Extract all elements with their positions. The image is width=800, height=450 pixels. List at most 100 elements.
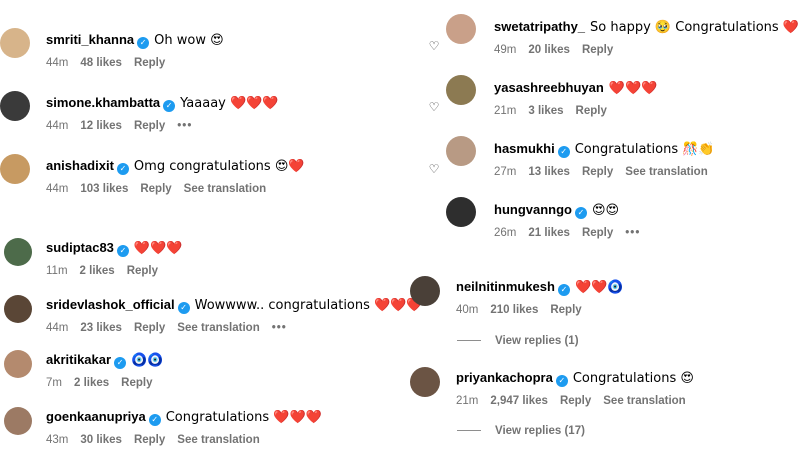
- reply-button[interactable]: Reply: [121, 377, 152, 389]
- username[interactable]: sridevlashok_official: [46, 297, 175, 312]
- likes-count[interactable]: 21 likes: [528, 227, 570, 239]
- timestamp[interactable]: 44m: [46, 322, 68, 334]
- more-options-icon[interactable]: •••: [625, 227, 640, 239]
- likes-count[interactable]: 2 likes: [80, 265, 115, 277]
- timestamp[interactable]: 49m: [494, 44, 516, 56]
- reply-button[interactable]: Reply: [582, 166, 613, 178]
- timestamp[interactable]: 26m: [494, 227, 516, 239]
- avatar[interactable]: [446, 197, 476, 227]
- timestamp[interactable]: 43m: [46, 434, 68, 446]
- timestamp[interactable]: 21m: [456, 395, 478, 407]
- username[interactable]: neilnitinmukesh: [456, 279, 555, 294]
- likes-count[interactable]: 48 likes: [80, 57, 122, 69]
- reply-button[interactable]: Reply: [134, 120, 165, 132]
- avatar[interactable]: [4, 350, 32, 378]
- verified-icon: ✓: [575, 207, 587, 219]
- reply-button[interactable]: Reply: [134, 322, 165, 334]
- view-replies-button[interactable]: View replies (17): [457, 425, 585, 437]
- verified-icon: ✓: [137, 37, 150, 49]
- see-translation-link[interactable]: See translation: [177, 322, 259, 334]
- avatar[interactable]: [0, 91, 30, 121]
- reply-button[interactable]: Reply: [140, 183, 171, 195]
- timestamp[interactable]: 11m: [46, 265, 68, 277]
- likes-count[interactable]: 103 likes: [80, 183, 128, 195]
- avatar[interactable]: [0, 28, 30, 58]
- see-translation-link[interactable]: See translation: [603, 395, 685, 407]
- verified-icon: ✓: [555, 375, 568, 387]
- see-translation-link[interactable]: See translation: [625, 166, 707, 178]
- username[interactable]: sudiptac83: [46, 240, 114, 255]
- comment-text: Congratulations 🎊👏: [574, 142, 715, 157]
- view-replies-label[interactable]: View replies (17): [495, 425, 585, 437]
- view-replies-label[interactable]: View replies (1): [495, 335, 579, 347]
- more-options-icon[interactable]: •••: [177, 120, 192, 132]
- divider: [457, 430, 481, 432]
- avatar[interactable]: [0, 154, 30, 184]
- username[interactable]: anishadixit: [46, 158, 114, 173]
- timestamp[interactable]: 44m: [46, 183, 68, 195]
- avatar[interactable]: [446, 136, 476, 166]
- avatar[interactable]: [446, 75, 476, 105]
- divider: [457, 340, 481, 342]
- likes-count[interactable]: 2,947 likes: [490, 395, 548, 407]
- timestamp[interactable]: 44m: [46, 57, 68, 69]
- timestamp[interactable]: 21m: [494, 105, 516, 117]
- timestamp[interactable]: 27m: [494, 166, 516, 178]
- avatar[interactable]: [4, 295, 32, 323]
- username[interactable]: hungvanngo: [494, 202, 572, 217]
- username[interactable]: simone.khambatta: [46, 95, 160, 110]
- reply-button[interactable]: Reply: [550, 304, 581, 316]
- like-heart-icon[interactable]: ♡: [428, 40, 440, 52]
- verified-icon: ✓: [163, 100, 176, 112]
- reply-button[interactable]: Reply: [582, 44, 613, 56]
- like-heart-icon[interactable]: ♡: [428, 163, 440, 175]
- verified-icon: ✓: [177, 302, 190, 314]
- avatar[interactable]: [410, 276, 440, 306]
- likes-count[interactable]: 30 likes: [80, 434, 122, 446]
- likes-count[interactable]: 2 likes: [74, 377, 109, 389]
- username[interactable]: smriti_khanna: [46, 32, 134, 47]
- comment-text: Congratulations ❤️❤️❤️: [165, 410, 322, 425]
- timestamp[interactable]: 44m: [46, 120, 68, 132]
- reply-button[interactable]: Reply: [134, 434, 165, 446]
- timestamp[interactable]: 40m: [456, 304, 478, 316]
- reply-button[interactable]: Reply: [576, 105, 607, 117]
- avatar[interactable]: [410, 367, 440, 397]
- username[interactable]: priyankachopra: [456, 370, 553, 385]
- see-translation-link[interactable]: See translation: [184, 183, 266, 195]
- more-options-icon[interactable]: •••: [272, 322, 287, 334]
- comment-text: Wowwww.. congratulations ❤️❤️❤️: [194, 298, 423, 313]
- comment-text: ❤️❤️🧿: [574, 280, 624, 295]
- reply-button[interactable]: Reply: [134, 57, 165, 69]
- like-heart-icon[interactable]: ♡: [428, 101, 440, 113]
- verified-icon: ✓: [557, 146, 570, 158]
- verified-icon: ✓: [116, 163, 129, 175]
- avatar[interactable]: [4, 238, 32, 266]
- comment-text: Yaaaay ❤️❤️❤️: [180, 96, 279, 111]
- likes-count[interactable]: 20 likes: [528, 44, 570, 56]
- timestamp[interactable]: 7m: [46, 377, 62, 389]
- username[interactable]: goenkaanupriya: [46, 409, 146, 424]
- verified-icon: ✓: [148, 414, 161, 426]
- likes-count[interactable]: 23 likes: [80, 322, 122, 334]
- comment-text: So happy 🥹 Congratulations ❤️🙌: [590, 20, 800, 35]
- reply-button[interactable]: Reply: [582, 227, 613, 239]
- comment-text: 🧿🧿: [131, 353, 164, 368]
- username[interactable]: yasashreebhuyan: [494, 80, 604, 95]
- avatar[interactable]: [446, 14, 476, 44]
- reply-button[interactable]: Reply: [127, 265, 158, 277]
- verified-icon: ✓: [116, 245, 129, 257]
- view-replies-button[interactable]: View replies (1): [457, 335, 579, 347]
- reply-button[interactable]: Reply: [560, 395, 591, 407]
- avatar[interactable]: [4, 407, 32, 435]
- likes-count[interactable]: 13 likes: [528, 166, 570, 178]
- username[interactable]: hasmukhi: [494, 141, 555, 156]
- username[interactable]: akritikakar: [46, 352, 111, 367]
- comment-text: Oh wow 😍: [154, 33, 224, 48]
- see-translation-link[interactable]: See translation: [177, 434, 259, 446]
- likes-count[interactable]: 3 likes: [528, 105, 563, 117]
- likes-count[interactable]: 12 likes: [80, 120, 122, 132]
- likes-count[interactable]: 210 likes: [490, 304, 538, 316]
- username[interactable]: swetatripathy_: [494, 19, 585, 34]
- comment-text: Omg congratulations 😍❤️: [133, 159, 305, 174]
